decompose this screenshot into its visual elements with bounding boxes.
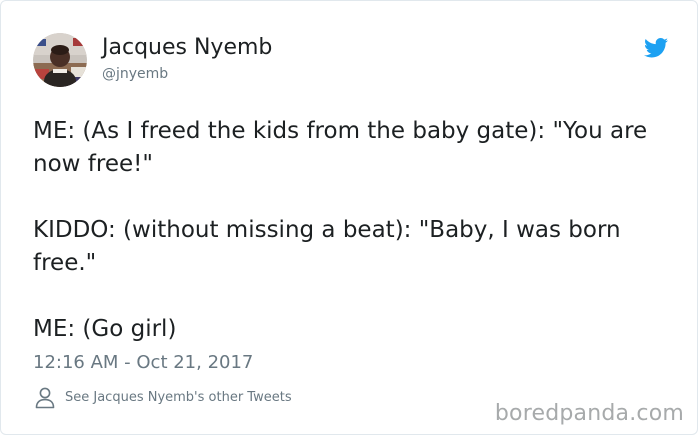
author-handle[interactable]: @jnyemb: [102, 65, 168, 83]
watermark: boredpanda.com: [494, 401, 684, 426]
tweet-text: ME: (As I freed the kids from the baby g…: [33, 115, 673, 346]
other-tweets-link[interactable]: See Jacques Nyemb's other Tweets: [35, 386, 292, 410]
person-outline-icon: [35, 387, 55, 409]
tweet-timestamp[interactable]: 12:16 AM - Oct 21, 2017: [33, 351, 253, 375]
author-avatar[interactable]: [33, 33, 87, 87]
tweet-paragraph: ME: (As I freed the kids from the baby g…: [33, 118, 648, 177]
other-tweets-label[interactable]: See Jacques Nyemb's other Tweets: [65, 390, 292, 406]
twitter-bird-icon[interactable]: [644, 38, 668, 58]
tweet-paragraph: ME: (Go girl): [33, 316, 177, 342]
tweet-paragraph: KIDDO: (without missing a beat): "Baby, …: [33, 217, 621, 276]
author-name[interactable]: Jacques Nyemb: [102, 34, 272, 62]
avatar-photo: [33, 33, 87, 87]
tweet-card: Jacques Nyemb @jnyemb ME: (As I freed th…: [0, 0, 698, 435]
